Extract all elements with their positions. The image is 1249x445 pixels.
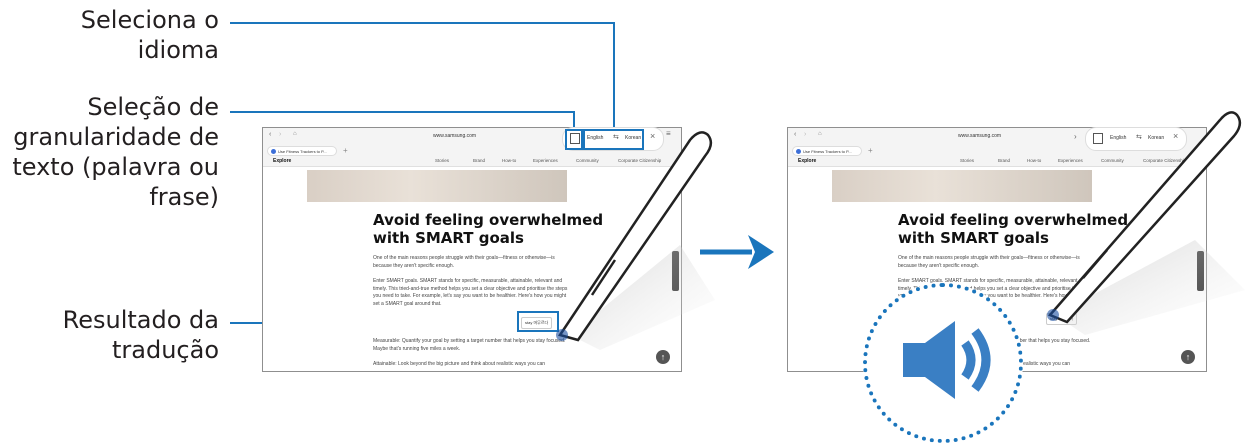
back-icon[interactable]: ‹ [269,131,271,138]
home-icon-2[interactable]: ⌂ [818,131,822,137]
tab-title: Use Fitness Trackers to P... [278,149,327,154]
nav-stories[interactable]: Stories [435,158,449,163]
article-para-2: Enter SMART goals. SMART stands for spec… [373,278,568,307]
nav-brand-2[interactable]: Brand [998,158,1010,163]
tab-favicon-icon [271,149,276,154]
browser-tab[interactable]: Use Fitness Trackers to P... [267,146,337,156]
article-para-4: Attainable: Look beyond the big picture … [373,361,546,367]
s-pen-right [1047,111,1245,335]
new-tab-icon-2[interactable]: + [868,146,873,155]
speaker-icon[interactable] [867,287,1019,439]
tab-favicon-icon-2 [796,149,801,154]
url-bar[interactable]: www.samsung.com [433,133,476,139]
tab-title-2: Use Fitness Trackers to P... [803,149,852,154]
arrow-icon [700,235,774,269]
home-icon[interactable]: ⌂ [293,131,297,137]
nav-howto-2[interactable]: How-to [1027,158,1041,163]
article-para-3: Measurable: Quantify your goal by settin… [373,338,566,352]
article-headline-2b: with SMART goals [898,229,1049,247]
article-para-1: One of the main reasons people struggle … [373,255,555,269]
s-pen-left [556,131,715,350]
leader-line-language-h [230,22,615,24]
speaker-magnifier [863,283,1023,443]
nav-stories-2[interactable]: Stories [960,158,974,163]
nav-brand[interactable]: Brand [473,158,485,163]
browser-tab-2[interactable]: Use Fitness Trackers to P... [792,146,862,156]
callout-result: Resultado da tradução [62,306,219,364]
nav-howto[interactable]: How-to [502,158,516,163]
forward-icon[interactable]: › [279,131,281,138]
callout-granularity: Seleção de granularidade de texto (palav… [12,93,219,211]
site-brand-2[interactable]: Explore [798,158,816,164]
url-bar-2[interactable]: www.samsung.com [958,133,1001,139]
article-hero-image [307,170,567,202]
forward-icon-2[interactable]: › [804,131,806,138]
new-tab-icon[interactable]: + [343,146,348,155]
article-headline-2: with SMART goals [373,229,524,247]
leader-line-granularity-h [230,111,574,113]
callout-language: Seleciona o idioma [80,6,219,64]
back-icon-2[interactable]: ‹ [794,131,796,138]
site-brand[interactable]: Explore [273,158,291,164]
